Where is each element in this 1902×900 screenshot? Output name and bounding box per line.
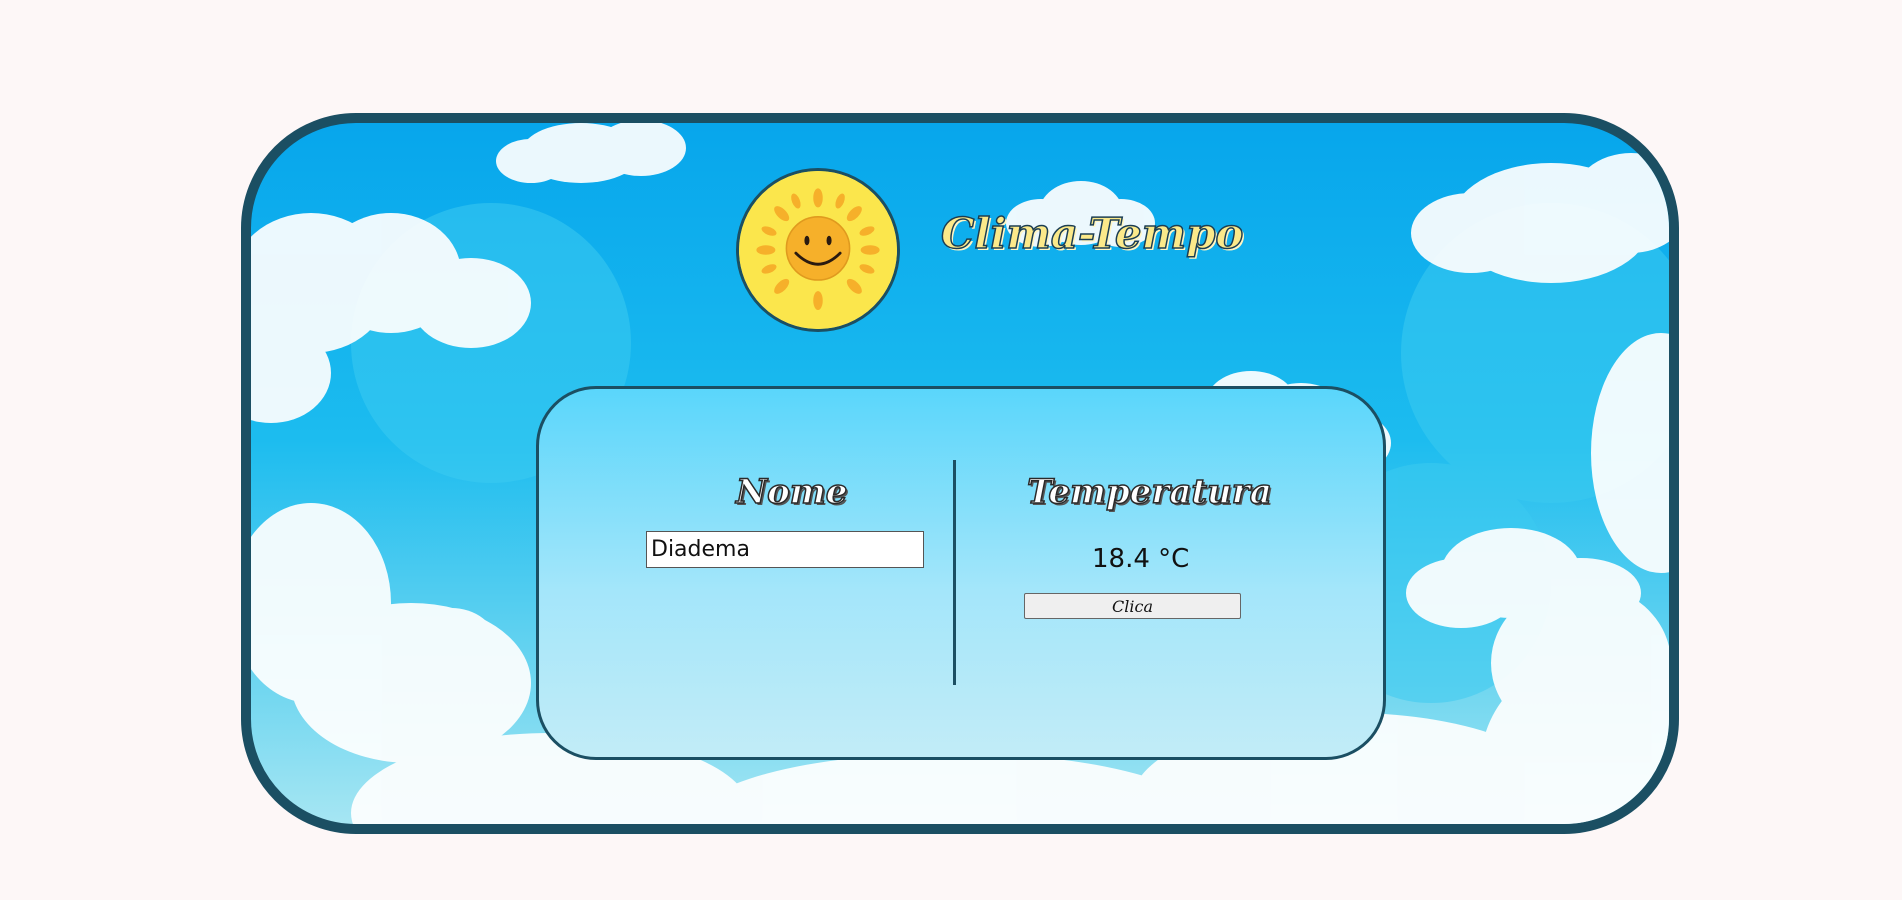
temperature-value: 18.4 °C [1092,544,1190,574]
temperature-label: Temperatura [1026,471,1272,513]
weather-panel: Nome Temperatura 18.4 °C Clica [536,386,1386,760]
app-title: Clima-Tempo [940,208,1244,259]
clica-button[interactable]: Clica [1024,593,1241,619]
sun-logo [736,168,900,332]
smiling-sun-icon [739,171,897,329]
weather-app-frame: Clima-Tempo Nome Temperatura 18.4 °C Cli… [241,113,1679,834]
name-label: Nome [735,471,848,513]
city-name-input[interactable] [646,531,924,568]
panel-divider [953,460,956,685]
